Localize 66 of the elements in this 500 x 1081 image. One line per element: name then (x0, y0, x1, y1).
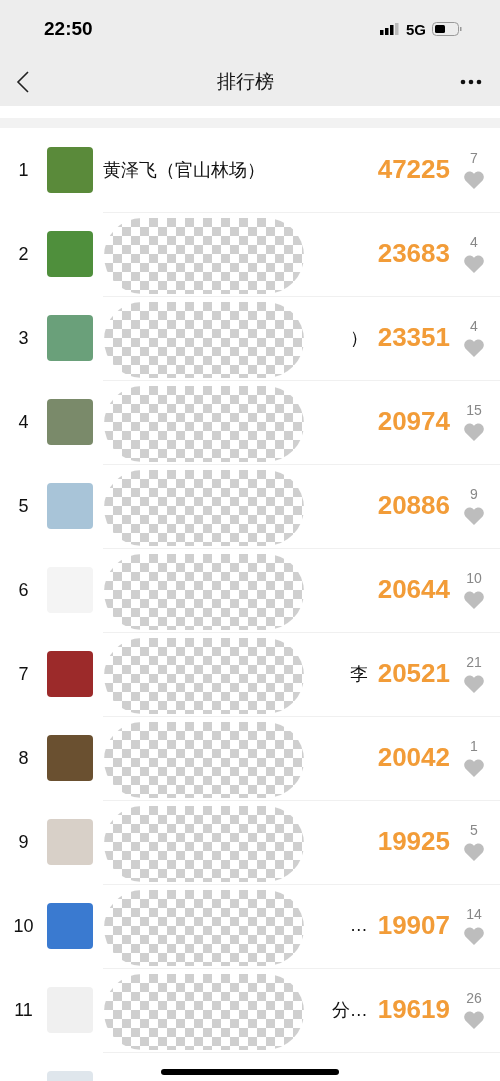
step-count: 20521 (377, 658, 450, 689)
user-name: ） (349, 327, 368, 348)
step-count: 23351 (377, 322, 450, 353)
signal-icon (380, 23, 400, 35)
step-count: 20886 (377, 490, 450, 521)
like-count: 15 (466, 401, 482, 418)
rank-number: 11 (13, 999, 34, 1021)
avatar-placeholder (47, 147, 93, 193)
step-count: 20644 (377, 574, 450, 605)
rank-number: 3 (17, 327, 30, 349)
like-count: 7 (470, 149, 478, 166)
rank-number: 4 (17, 411, 30, 433)
user-name: 黄泽飞（官山林场） (103, 159, 265, 180)
rank-number: 10 (12, 915, 35, 937)
rank-number: 5 (17, 495, 30, 517)
more-icon[interactable] (460, 79, 482, 85)
heart-icon[interactable] (463, 253, 485, 274)
status-time: 22:50 (44, 18, 93, 40)
like-count: 4 (470, 317, 478, 334)
avatar-placeholder (47, 315, 93, 361)
like-count: 21 (466, 653, 482, 670)
avatar-placeholder (47, 231, 93, 277)
like-count: 5 (470, 821, 478, 838)
step-count: 19907 (377, 910, 450, 941)
battery-icon (432, 22, 462, 36)
back-icon[interactable] (16, 70, 30, 94)
step-count: 20042 (377, 742, 450, 773)
step-count: 19925 (377, 826, 450, 857)
heart-icon[interactable] (463, 505, 485, 526)
avatar-placeholder (47, 483, 93, 529)
rank-number: 9 (17, 831, 30, 853)
rank-number: 2 (17, 243, 30, 265)
heart-icon[interactable] (463, 589, 485, 610)
heart-icon[interactable] (463, 841, 485, 862)
heart-icon[interactable] (463, 337, 485, 358)
user-name: 分… (331, 999, 368, 1020)
heart-icon[interactable] (463, 925, 485, 946)
heart-icon[interactable] (463, 757, 485, 778)
step-count: 20974 (377, 406, 450, 437)
avatar-placeholder (47, 903, 93, 949)
step-count: 47225 (377, 154, 450, 185)
network-type: 5G (406, 20, 426, 38)
avatar-placeholder (47, 651, 93, 697)
like-count: 10 (466, 569, 482, 586)
heart-icon[interactable] (463, 421, 485, 442)
heart-icon[interactable] (463, 1009, 485, 1030)
like-count: 9 (470, 485, 478, 502)
ranking-row[interactable]: 黄泽飞（官山林场） 47225 7 (103, 127, 500, 213)
rank-number: 1 (17, 159, 30, 181)
like-count: 1 (470, 737, 478, 754)
avatar-placeholder (47, 399, 93, 445)
step-count: 23683 (377, 238, 450, 269)
heart-icon[interactable] (463, 673, 485, 694)
like-count: 14 (466, 905, 482, 922)
user-name: … (349, 915, 368, 935)
like-count: 26 (466, 989, 482, 1006)
rank-number: 7 (17, 663, 30, 685)
heart-icon[interactable] (463, 169, 485, 190)
page-title: 排行榜 (216, 70, 274, 94)
user-name: 李 (349, 663, 368, 684)
avatar-placeholder (47, 735, 93, 781)
avatar-placeholder (47, 819, 93, 865)
rank-number: 6 (17, 579, 30, 601)
rank-number: 8 (17, 747, 30, 769)
step-count: 19619 (377, 994, 450, 1025)
like-count: 4 (470, 233, 478, 250)
